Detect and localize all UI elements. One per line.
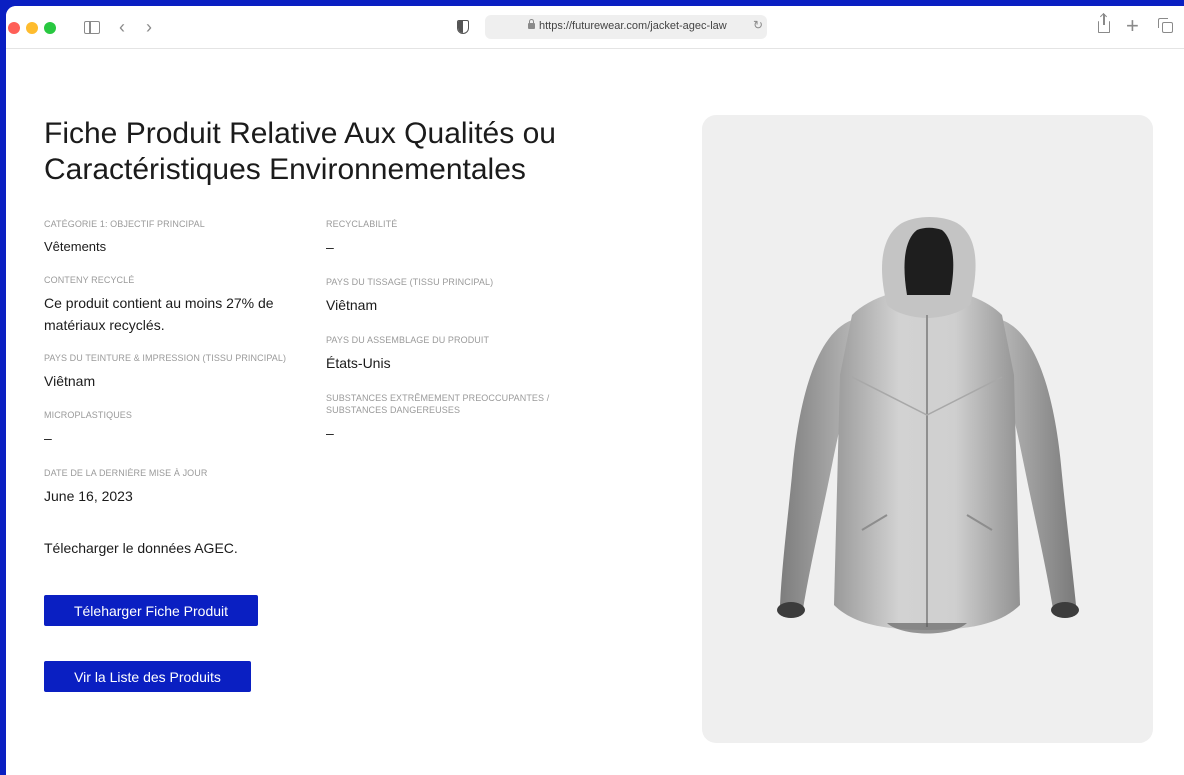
maximize-window-button[interactable] xyxy=(44,22,56,34)
share-icon[interactable] xyxy=(1098,14,1110,33)
page-title: Fiche Produit Relative Aux Qualités ou C… xyxy=(44,117,556,186)
field-label: RECYCLABILITÉ xyxy=(326,219,398,229)
forward-icon[interactable]: › xyxy=(146,16,152,38)
field-recycled-content: CONTENY RECYCLÉ Ce produit contient au m… xyxy=(44,274,294,336)
new-tab-icon[interactable]: + xyxy=(1126,15,1139,37)
product-image-panel xyxy=(702,115,1153,743)
field-dyeing-country: PAYS DU TEINTURE & IMPRESSION (TISSU PRI… xyxy=(44,352,304,392)
field-label: MICROPLASTIQUES xyxy=(44,410,133,420)
lock-icon xyxy=(528,19,535,29)
field-value: – xyxy=(44,430,52,446)
privacy-shield-icon[interactable] xyxy=(457,20,469,34)
close-window-button[interactable] xyxy=(8,22,20,34)
field-last-updated: DATE DE LA DERNIÈRE MISE À JOUR June 16,… xyxy=(44,467,207,507)
reload-icon[interactable]: ↻ xyxy=(753,18,763,32)
browser-window: ‹ › https://futurewear.com/jacket-agec-l… xyxy=(6,6,1184,775)
field-value: États-Unis xyxy=(326,355,391,371)
field-value: Viêtnam xyxy=(44,373,96,389)
download-data-link[interactable]: Télecharger le données AGEC. xyxy=(44,540,238,556)
field-label: PAYS DU TEINTURE & IMPRESSION (TISSU PRI… xyxy=(44,353,287,363)
minimize-window-button[interactable] xyxy=(26,22,38,34)
jacket-image xyxy=(777,217,1079,634)
field-label: CONTENY RECYCLÉ xyxy=(44,275,135,285)
download-product-sheet-button[interactable]: Téleharger Fiche Produit xyxy=(44,595,258,626)
browser-toolbar: ‹ › https://futurewear.com/jacket-agec-l… xyxy=(6,6,1184,49)
field-category: CATÉGORIE 1: OBJECTIF PRINCIPAL Vêtement… xyxy=(44,218,205,258)
field-microplastics: MICROPLASTIQUES – xyxy=(44,409,132,449)
url-text: https://futurewear.com/jacket-agec-law xyxy=(539,20,727,32)
field-weaving-country: PAYS DU TISSAGE (TISSU PRINCIPAL) Viêtna… xyxy=(326,276,493,316)
address-bar[interactable]: https://futurewear.com/jacket-agec-law ↻ xyxy=(485,15,767,39)
field-label: DATE DE LA DERNIÈRE MISE À JOUR xyxy=(44,468,208,478)
field-label: CATÉGORIE 1: OBJECTIF PRINCIPAL xyxy=(44,219,205,229)
field-label: SUBSTANCES EXTRÊMEMENT PREOCCUPANTES / S… xyxy=(326,393,550,415)
field-value: – xyxy=(326,239,334,255)
field-value: – xyxy=(326,425,334,441)
tab-overview-icon[interactable] xyxy=(1158,18,1173,33)
sidebar-toggle-icon[interactable] xyxy=(84,21,100,34)
field-value: June 16, 2023 xyxy=(44,488,133,504)
field-assembly-country: PAYS DU ASSEMBLAGE DU PRODUIT États-Unis xyxy=(326,334,489,374)
field-value: Ce produit contient au moins 27% de maté… xyxy=(44,295,274,333)
field-recyclability: RECYCLABILITÉ – xyxy=(326,218,397,258)
view-product-list-button[interactable]: Vir la Liste des Produits xyxy=(44,661,251,692)
field-value: Vêtements xyxy=(44,239,107,254)
field-value: Viêtnam xyxy=(326,297,378,313)
back-icon[interactable]: ‹ xyxy=(119,16,125,38)
field-label: PAYS DU ASSEMBLAGE DU PRODUIT xyxy=(326,335,490,345)
field-hazardous-substances: SUBSTANCES EXTRÊMEMENT PREOCCUPANTES / S… xyxy=(326,392,566,444)
field-label: PAYS DU TISSAGE (TISSU PRINCIPAL) xyxy=(326,277,494,287)
